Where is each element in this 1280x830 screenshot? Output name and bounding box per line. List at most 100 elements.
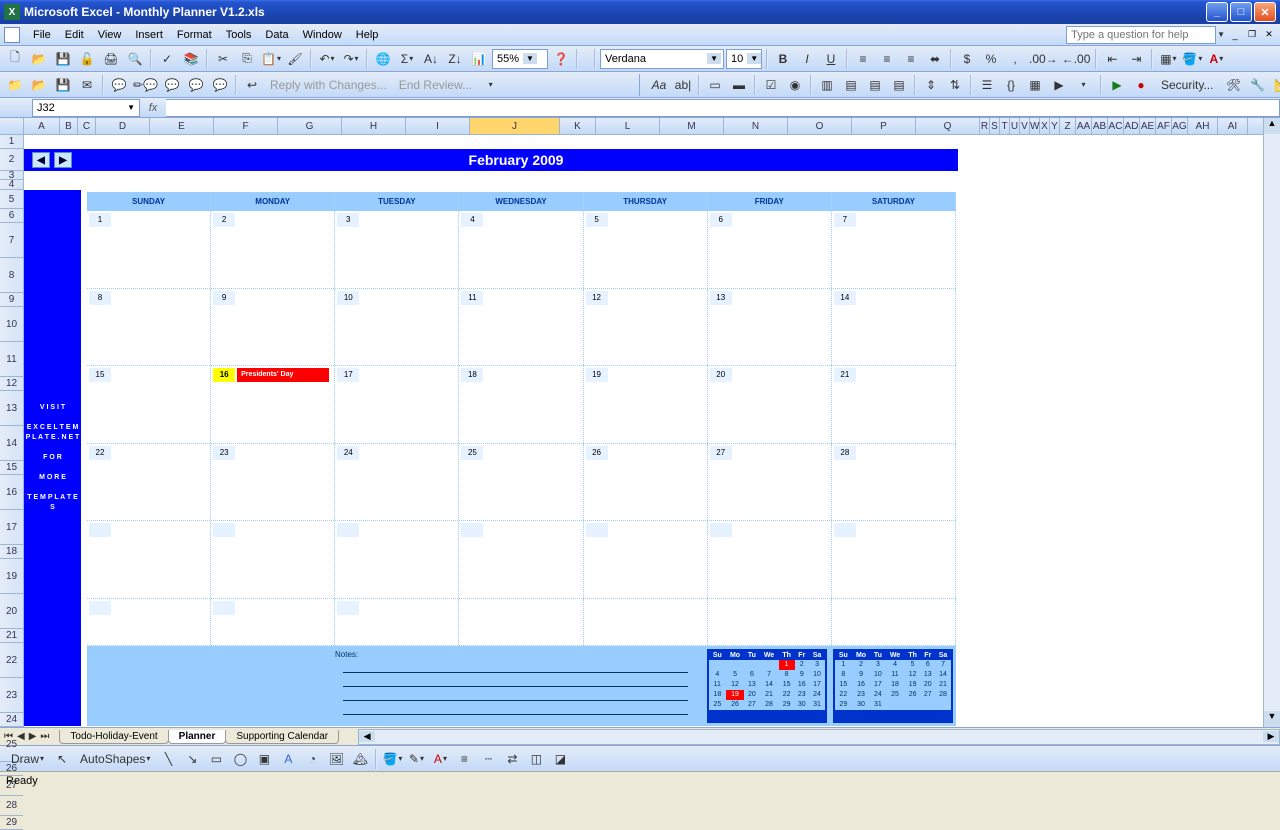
- sheet-tab[interactable]: Supporting Calendar: [225, 730, 339, 744]
- row-header[interactable]: 1: [0, 135, 23, 149]
- combo-dropdown-edit-button[interactable]: ▤: [888, 74, 910, 96]
- line-button[interactable]: ╲: [157, 748, 179, 770]
- font-color-button[interactable]: A▾: [1205, 48, 1227, 70]
- menu-tools[interactable]: Tools: [219, 27, 259, 43]
- calendar-day-cell[interactable]: 26: [584, 444, 708, 521]
- notes-line[interactable]: [343, 687, 688, 701]
- percent-button[interactable]: %: [980, 48, 1002, 70]
- row-header[interactable]: 4: [0, 180, 23, 190]
- calendar-day-cell[interactable]: [87, 599, 211, 645]
- calendar-day-cell[interactable]: 25: [459, 444, 583, 521]
- textbox-button[interactable]: ab|: [672, 74, 694, 96]
- calendar-day-cell[interactable]: [708, 521, 832, 598]
- save-button[interactable]: 💾: [52, 48, 74, 70]
- run-dialog-button[interactable]: ▶: [1048, 74, 1070, 96]
- sheet-cells[interactable]: ◀ ▶ February 2009 V I S I TE X C E L T E…: [24, 135, 1263, 727]
- draw-menu-button[interactable]: Draw▾: [6, 748, 49, 770]
- row-header[interactable]: 9: [0, 293, 23, 307]
- notes-line[interactable]: [343, 701, 688, 715]
- vertical-scrollbar[interactable]: ▲▼: [1263, 118, 1280, 727]
- option-button[interactable]: ◉: [784, 74, 806, 96]
- column-header[interactable]: R: [980, 118, 990, 134]
- bold-button[interactable]: B: [772, 48, 794, 70]
- row-header[interactable]: 18: [0, 545, 23, 559]
- help-button[interactable]: ❓: [550, 48, 572, 70]
- line-color-button[interactable]: ✎▾: [405, 748, 427, 770]
- merge-center-button[interactable]: ⬌: [924, 48, 946, 70]
- redo-button[interactable]: ↷▾: [340, 48, 362, 70]
- fx-icon[interactable]: fx: [140, 102, 166, 114]
- sort-desc-button[interactable]: Z↓: [444, 48, 466, 70]
- label-button[interactable]: Aa: [648, 74, 670, 96]
- column-header[interactable]: C: [78, 118, 96, 134]
- calendar-day-cell[interactable]: [335, 521, 459, 598]
- doc-close-button[interactable]: ✕: [1262, 28, 1276, 42]
- align-center-button[interactable]: ≡: [876, 48, 898, 70]
- column-header[interactable]: AH: [1188, 118, 1218, 134]
- copy-button[interactable]: ⎘: [236, 48, 258, 70]
- prev-comment-button[interactable]: 💬: [161, 74, 183, 96]
- row-header[interactable]: 8: [0, 258, 23, 293]
- column-header[interactable]: B: [60, 118, 78, 134]
- row-header[interactable]: 10: [0, 307, 23, 342]
- shadow-button[interactable]: ◫: [525, 748, 547, 770]
- show-comment-button[interactable]: 💬: [209, 74, 231, 96]
- tab-nav-prev[interactable]: ◀: [17, 731, 25, 742]
- row-header[interactable]: 7: [0, 223, 23, 258]
- calendar-day-cell[interactable]: 8: [87, 289, 211, 366]
- row-header[interactable]: 14: [0, 426, 23, 461]
- font-color-draw-button[interactable]: A▾: [429, 748, 451, 770]
- column-header[interactable]: U: [1010, 118, 1020, 134]
- 3d-button[interactable]: ◪: [549, 748, 571, 770]
- decrease-decimal-button[interactable]: ←.00: [1061, 48, 1092, 70]
- doc-restore-button[interactable]: ❐: [1245, 28, 1259, 42]
- column-header[interactable]: F: [214, 118, 278, 134]
- column-header[interactable]: AF: [1156, 118, 1172, 134]
- menu-format[interactable]: Format: [170, 27, 219, 43]
- textbox-draw-button[interactable]: ▣: [253, 748, 275, 770]
- row-header[interactable]: 5: [0, 190, 23, 209]
- column-header[interactable]: AD: [1124, 118, 1140, 134]
- column-header[interactable]: L: [596, 118, 660, 134]
- borders-button[interactable]: ▦▾: [1157, 48, 1179, 70]
- calendar-day-cell[interactable]: 22: [87, 444, 211, 521]
- column-header[interactable]: Q: [916, 118, 980, 134]
- macro-record-button[interactable]: ●: [1130, 74, 1152, 96]
- calendar-day-cell[interactable]: 27: [708, 444, 832, 521]
- combobox-button[interactable]: ▤: [840, 74, 862, 96]
- calendar-day-cell[interactable]: 9: [211, 289, 335, 366]
- help-dropdown-icon[interactable]: ▼: [1216, 30, 1225, 39]
- column-header[interactable]: O: [788, 118, 852, 134]
- zoom-combo[interactable]: 55%▼: [492, 49, 548, 69]
- calendar-day-cell[interactable]: 4: [459, 211, 583, 288]
- autoshapes-button[interactable]: AutoShapes▾: [75, 748, 155, 770]
- calendar-day-cell[interactable]: 10: [335, 289, 459, 366]
- column-header[interactable]: AE: [1140, 118, 1156, 134]
- column-header[interactable]: G: [278, 118, 342, 134]
- next-comment-button[interactable]: 💬: [185, 74, 207, 96]
- calendar-day-cell[interactable]: 3: [335, 211, 459, 288]
- spelling-button[interactable]: ✓: [156, 48, 178, 70]
- calendar-day-cell[interactable]: [87, 521, 211, 598]
- calendar-day-cell[interactable]: [335, 599, 459, 645]
- increase-indent-button[interactable]: ⇥: [1125, 48, 1147, 70]
- sheet-tab[interactable]: Planner: [168, 730, 227, 744]
- row-header[interactable]: 13: [0, 391, 23, 426]
- line-style-button[interactable]: ≡: [453, 748, 475, 770]
- autosum-button[interactable]: Σ▾: [396, 48, 418, 70]
- row-header[interactable]: 17: [0, 510, 23, 545]
- align-left-button[interactable]: ≡: [852, 48, 874, 70]
- picture-button[interactable]: 🏔: [349, 748, 371, 770]
- calendar-day-cell[interactable]: [211, 599, 335, 645]
- oval-button[interactable]: ◯: [229, 748, 251, 770]
- calendar-day-cell[interactable]: 1: [87, 211, 211, 288]
- group-box-button[interactable]: ▭: [704, 74, 726, 96]
- paste-button[interactable]: 📋▾: [260, 48, 282, 70]
- help-search-input[interactable]: [1066, 26, 1216, 44]
- decrease-indent-button[interactable]: ⇤: [1101, 48, 1123, 70]
- calendar-day-cell[interactable]: 24: [335, 444, 459, 521]
- column-header[interactable]: AG: [1172, 118, 1188, 134]
- toolbar-options-icon[interactable]: ▾: [479, 74, 501, 96]
- calendar-day-cell[interactable]: 14: [832, 289, 956, 366]
- hyperlink-button[interactable]: 🌐: [372, 48, 394, 70]
